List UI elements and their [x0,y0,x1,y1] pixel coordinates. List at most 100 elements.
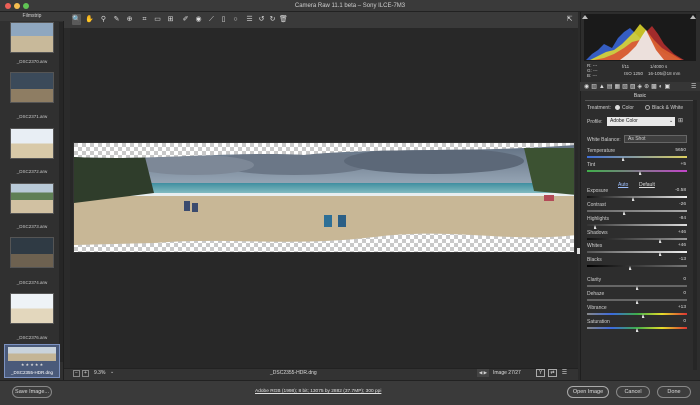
save-image-button[interactable]: Save Image... [12,386,52,398]
thumbnail-dsc2374[interactable] [10,237,54,268]
shadows-label: Shadows [587,230,608,236]
contrast-slider-track[interactable] [587,210,687,212]
filmstrip-item-label: _DSC2370.arw [16,59,48,64]
preferences-icon[interactable]: ☰ [245,14,254,25]
filmstrip-item-label: _DSC2373.arw [16,224,48,229]
highlights-value[interactable]: -84 [668,216,686,222]
thumbnail-dsc2373[interactable] [10,183,54,214]
thumbnail-dsc2376[interactable] [10,293,54,324]
filmstrip-item-label: _DSC2376.arw [16,335,48,340]
tint-value[interactable]: +5 [668,162,686,168]
histogram [584,14,696,61]
filmstrip-item-label: _DSC2355-HDR.dng [10,370,54,375]
before-after-view-icon[interactable]: Y [536,369,545,377]
done-button[interactable]: Done [657,386,691,398]
trash-icon[interactable]: 🗑 [279,14,288,25]
thumbnail-dsc2370[interactable] [10,22,54,53]
treatment-bw-label[interactable]: Black & White [652,105,683,111]
adjustment-brush-icon[interactable]: ⟋ [207,14,216,25]
workflow-options-link[interactable]: Adobe RGB (1998); 8 bit; 13075 by 2882 (… [255,389,381,394]
thumbnail-dsc2355-hdr[interactable] [8,347,56,361]
red-eye-tool-icon[interactable]: ◉ [194,14,203,25]
white-balance-tool-icon[interactable]: ⚲ [99,14,108,25]
targeted-adjustment-tool-icon[interactable]: ⊕ [125,14,134,25]
current-filename: _DSC2355-HDR.dng [270,370,317,376]
compare-view-icon[interactable]: ⇄ [548,369,557,377]
color-sampler-tool-icon[interactable]: ✎ [112,14,121,25]
fullscreen-icon[interactable]: ⇱ [565,14,574,25]
hand-tool-icon[interactable]: ✋ [85,14,94,25]
panel-scrollbar[interactable] [693,100,697,370]
zoom-level[interactable]: 9.3% [94,370,105,377]
zoom-dropdown-icon[interactable]: ⌄ [110,369,114,375]
filmstrip-scrollbar[interactable] [59,22,63,362]
cancel-button[interactable]: Cancel [616,386,650,398]
spot-removal-tool-icon[interactable]: ✐ [181,14,190,25]
dehaze-label: Dehaze [587,291,605,297]
saturation-value[interactable]: 0 [668,319,686,325]
crop-tool-icon[interactable]: ⌗ [140,14,149,25]
profile-label: Profile: [587,119,603,125]
default-button[interactable]: Default [639,182,655,188]
graduated-filter-icon[interactable]: ▯ [219,14,228,25]
whites-slider-track[interactable] [587,251,687,253]
tint-label: Tint [587,162,596,168]
prev-next-image-buttons[interactable]: ◀ ▶ [477,369,489,377]
panorama-image[interactable] [73,142,575,253]
highlights-label: Highlights [587,216,609,222]
panel-tab-icons[interactable]: ◉▥▲▤▦▧▨◈⊛▩◐▣ [584,83,672,90]
radial-filter-icon[interactable]: ○ [231,14,240,25]
thumbnail-dsc2371[interactable] [10,72,54,103]
blacks-value[interactable]: -13 [668,257,686,263]
auto-button[interactable]: Auto [618,182,628,188]
treatment-bw-radio[interactable] [645,105,650,110]
dehaze-value[interactable]: 0 [668,291,686,297]
open-image-button[interactable]: Open Image [567,386,609,398]
vibrance-value[interactable]: +13 [668,305,686,311]
exposure-value[interactable]: -0.58 [668,188,686,194]
treatment-color-radio[interactable] [615,105,620,110]
divider [585,100,695,101]
white-balance-label: White Balance: [587,137,621,143]
rating-stars[interactable]: ★ ★ ★ ★ ★ [4,362,60,367]
tint-slider-track[interactable] [587,170,687,172]
panel-menu-icon[interactable]: ☰ [691,83,696,90]
temperature-label: Temperature [587,148,616,154]
exif-iso: ISO 1250 [624,71,644,76]
vibrance-slider-track[interactable] [587,313,687,315]
white-balance-select[interactable]: As Shot [624,135,687,143]
contrast-value[interactable]: -26 [668,202,686,208]
treatment-label: Treatment: [587,105,611,111]
blacks-slider-track[interactable] [587,265,687,267]
temperature-value[interactable]: 5650 [668,148,686,154]
shadows-value[interactable]: +46 [668,230,686,236]
vibrance-label: Vibrance [587,305,607,311]
treatment-color-label[interactable]: Color [622,105,634,111]
shadows-slider-track[interactable] [587,238,687,240]
highlights-slider-track[interactable] [587,224,687,226]
rgb-readout-b: B: --- [587,73,598,78]
rotate-left-icon[interactable]: ↺ [257,14,266,25]
panel-title: Basic [633,93,647,99]
temperature-slider-track[interactable] [587,156,687,158]
window-title: Camera Raw 11.1 beta – Sony ILCE-7M3 [294,3,406,9]
blacks-label: Blacks [587,257,602,263]
zoom-in-button[interactable]: + [82,370,89,377]
transform-tool-icon[interactable]: ⊞ [166,14,175,25]
whites-value[interactable]: +46 [668,243,686,249]
saturation-label: Saturation [587,319,610,325]
shadow-clipping-icon[interactable] [582,15,588,19]
profile-browser-icon[interactable]: ⊞ [678,117,683,124]
profile-select[interactable]: Adobe Color [607,117,675,126]
settings-toggle-icon[interactable]: ☰ [560,369,569,377]
rotate-right-icon[interactable]: ↻ [268,14,277,25]
clarity-value[interactable]: 0 [668,277,686,283]
thumbnail-dsc2372[interactable] [10,128,54,159]
highlight-clipping-icon[interactable] [690,15,696,19]
exposure-slider-track[interactable] [587,196,687,198]
straighten-tool-icon[interactable]: ▭ [153,14,162,25]
clarity-label: Clarity [587,277,602,283]
zoom-tool-icon[interactable]: 🔍 [72,14,81,25]
image-counter: Image 27/27 [493,370,521,376]
zoom-out-button[interactable]: − [73,370,80,377]
